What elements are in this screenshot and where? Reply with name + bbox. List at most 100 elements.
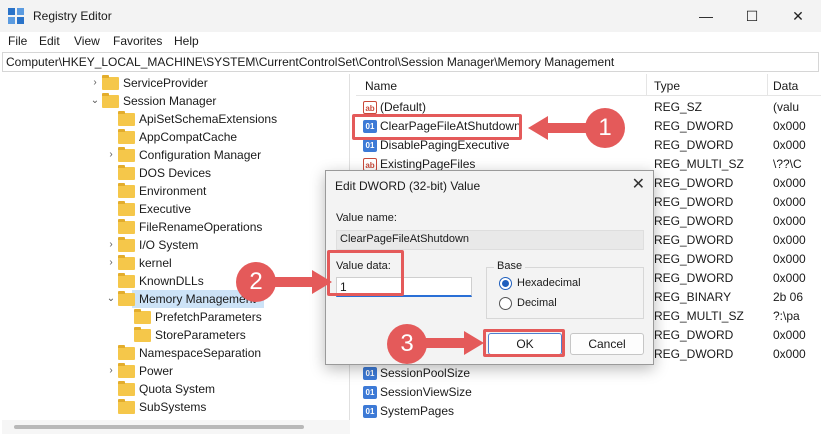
tree-item-label: Session Manager (123, 94, 217, 108)
tree-horizontal-scrollbar[interactable] (2, 420, 350, 434)
maximize-button[interactable]: ☐ (729, 0, 775, 32)
value-type: REG_DWORD (654, 176, 734, 190)
menu-edit[interactable]: Edit (39, 34, 60, 48)
decimal-radio[interactable] (499, 297, 512, 310)
folder-icon (118, 165, 135, 180)
menu-view[interactable]: View (74, 34, 100, 48)
value-type: REG_DWORD (654, 214, 734, 228)
menu-help[interactable]: Help (174, 34, 199, 48)
expand-chevron-icon[interactable] (122, 308, 132, 326)
tree-item[interactable]: ⌄ Session Manager (2, 92, 348, 110)
expand-chevron-icon[interactable]: › (90, 74, 100, 92)
address-bar[interactable]: Computer\HKEY_LOCAL_MACHINE\SYSTEM\Curre… (2, 52, 819, 72)
tree-item-label: NamespaceSeparation (139, 346, 262, 360)
tree-item[interactable]: › ServiceProvider (2, 74, 348, 92)
expand-chevron-icon[interactable]: › (106, 362, 116, 380)
folder-icon (118, 219, 135, 234)
list-row[interactable]: 01 SystemPages (356, 402, 821, 421)
folder-icon (118, 399, 135, 414)
value-name-field: ClearPageFileAtShutdown (336, 230, 644, 250)
tree-item-label: AppCompatCache (139, 130, 238, 144)
expand-chevron-icon[interactable] (106, 182, 116, 200)
folder-icon (134, 309, 151, 324)
tree-item[interactable]: › Power (2, 362, 348, 380)
tree-item[interactable]: DOS Devices (2, 164, 348, 182)
tree-item-label: Executive (139, 202, 192, 216)
value-data: ?:\pa (773, 309, 800, 323)
minimize-button[interactable]: — (683, 0, 729, 32)
decimal-label[interactable]: Decimal (517, 297, 557, 309)
column-data[interactable]: Data (773, 79, 798, 93)
folder-icon (118, 345, 135, 360)
expand-chevron-icon[interactable] (106, 380, 116, 398)
value-type: REG_DWORD (654, 252, 734, 266)
tree-item[interactable]: FileRenameOperations (2, 218, 348, 236)
highlight-ok-button (483, 329, 565, 357)
expand-chevron-icon[interactable] (106, 128, 116, 146)
close-button[interactable]: ✕ (775, 0, 821, 32)
expand-chevron-icon[interactable]: › (106, 146, 116, 164)
tree-item[interactable]: › I/O System (2, 236, 348, 254)
tree-item[interactable]: › Configuration Manager (2, 146, 348, 164)
registry-tree[interactable]: › ServiceProvider ⌄ Session Manager ApiSetSc… (2, 74, 350, 434)
expand-chevron-icon[interactable]: › (106, 236, 116, 254)
value-name: SessionViewSize (380, 385, 472, 399)
callout-badge-2: 2 (236, 262, 276, 302)
value-type: REG_BINARY (654, 290, 732, 304)
expand-chevron-icon[interactable] (122, 326, 132, 344)
folder-icon (118, 291, 135, 306)
menu-file[interactable]: File (8, 34, 27, 48)
string-value-icon: ab (363, 101, 377, 114)
folder-icon (118, 273, 135, 288)
value-type: REG_DWORD (654, 328, 734, 342)
callout-arrow-1 (528, 116, 590, 140)
hexadecimal-radio[interactable] (499, 277, 512, 290)
tree-item[interactable]: ApiSetSchemaExtensions (2, 110, 348, 128)
dialog-close-button[interactable]: ✕ (632, 174, 645, 194)
tree-item-label: Power (139, 364, 174, 378)
tree-item[interactable]: Quota System (2, 380, 348, 398)
expand-chevron-icon[interactable] (106, 272, 116, 290)
scrollbar-thumb[interactable] (14, 425, 304, 429)
window-title: Registry Editor (33, 9, 112, 23)
column-type[interactable]: Type (654, 79, 680, 93)
list-row[interactable]: 01 SessionPoolSize (356, 364, 821, 383)
expand-chevron-icon[interactable]: ⌄ (90, 92, 100, 110)
tree-item[interactable]: SubSystems (2, 398, 348, 416)
value-type: REG_DWORD (654, 347, 734, 361)
value-type: REG_DWORD (654, 195, 734, 209)
expand-chevron-icon[interactable] (106, 344, 116, 362)
value-data: (valu (773, 100, 800, 114)
value-data: 2b 06 (773, 290, 804, 304)
tree-item[interactable]: Environment (2, 182, 348, 200)
expand-chevron-icon[interactable] (106, 164, 116, 182)
value-data: 0x000 (773, 252, 806, 266)
folder-icon (118, 237, 135, 252)
list-row[interactable]: 01 SessionViewSize (356, 383, 821, 402)
expand-chevron-icon[interactable]: ⌄ (106, 290, 116, 308)
value-name: SessionPoolSize (380, 366, 471, 380)
tree-item[interactable]: NamespaceSeparation (2, 344, 348, 362)
tree-item[interactable]: AppCompatCache (2, 128, 348, 146)
expand-chevron-icon[interactable]: › (106, 254, 116, 272)
value-name-label: Value name: (336, 212, 397, 224)
expand-chevron-icon[interactable] (106, 218, 116, 236)
tree-item[interactable]: Executive (2, 200, 348, 218)
folder-icon (118, 201, 135, 216)
tree-item[interactable]: PrefetchParameters (2, 308, 348, 326)
expand-chevron-icon[interactable] (106, 200, 116, 218)
expand-chevron-icon[interactable] (106, 398, 116, 416)
value-type: REG_DWORD (654, 233, 734, 247)
tree-item-label: SubSystems (139, 400, 207, 414)
title-bar: Registry Editor — ☐ ✕ (0, 0, 821, 32)
dialog-title: Edit DWORD (32-bit) Value (335, 179, 481, 193)
hexadecimal-label[interactable]: Hexadecimal (517, 277, 581, 289)
menu-favorites[interactable]: Favorites (113, 34, 162, 48)
column-name[interactable]: Name (365, 79, 397, 93)
tree-item[interactable]: StoreParameters (2, 326, 348, 344)
expand-chevron-icon[interactable] (106, 110, 116, 128)
value-data: 0x000 (773, 328, 806, 342)
tree-item-label: ServiceProvider (123, 76, 208, 90)
tree-item-label: StoreParameters (155, 328, 246, 342)
cancel-button[interactable]: Cancel (570, 333, 644, 355)
